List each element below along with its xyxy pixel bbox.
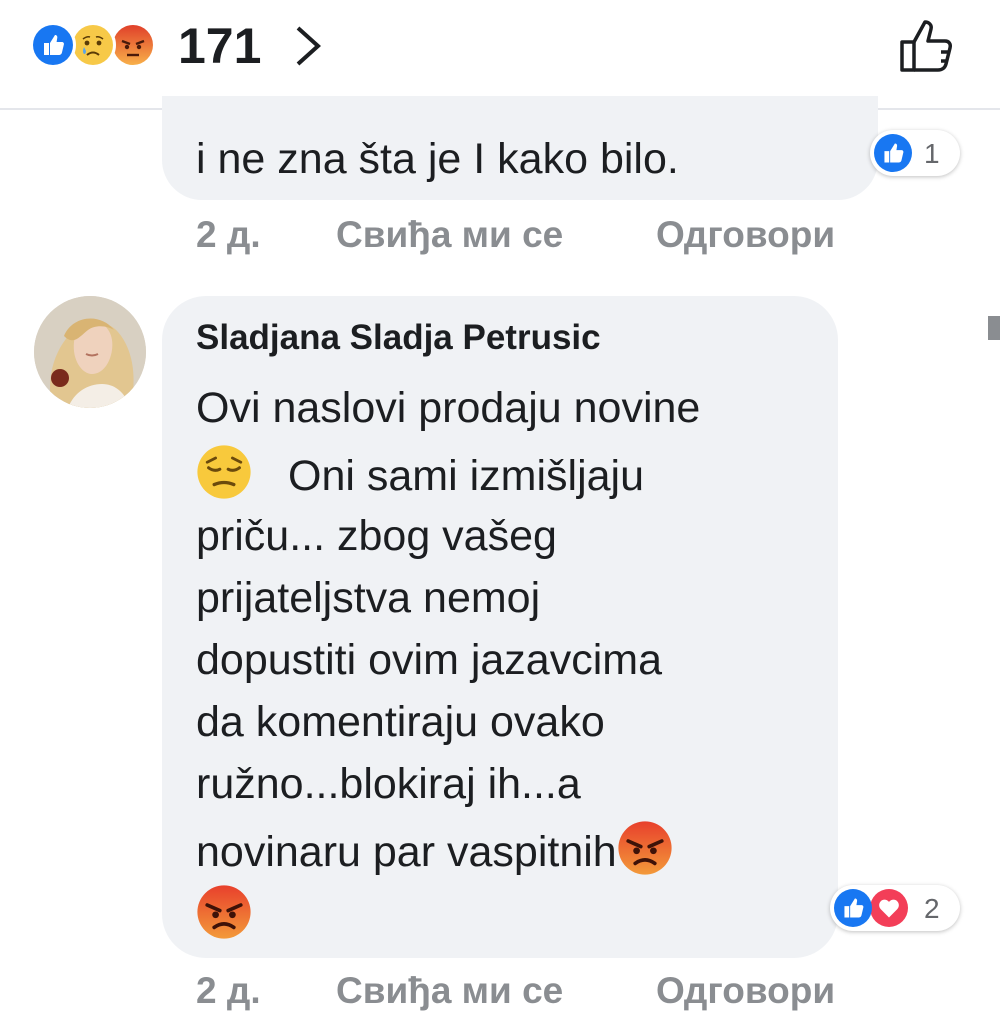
comment-reactions[interactable]: 1 xyxy=(870,130,960,176)
comment-timestamp[interactable]: 2 д. xyxy=(196,214,261,256)
like-comment-button[interactable]: Свиђа ми се xyxy=(336,214,563,256)
angry-face-icon xyxy=(196,884,252,940)
comment-reactions[interactable]: 2 xyxy=(830,885,960,931)
comment-author[interactable]: Sladjana Sladja Petrusic xyxy=(196,318,601,358)
reply-button[interactable]: Одговори xyxy=(656,214,835,256)
like-icon xyxy=(834,889,872,927)
comment-line: dopustiti ovim jazavcima xyxy=(196,636,663,684)
reaction-count: 2 xyxy=(924,893,940,924)
comment-line: ružno...blokiraj ih...a xyxy=(196,760,581,808)
comment-line: da komentiraju ovako xyxy=(196,698,605,746)
thumbs-up-outline-icon[interactable] xyxy=(896,14,958,76)
chevron-right-icon[interactable] xyxy=(290,24,326,68)
like-icon xyxy=(30,22,76,68)
reactions-header[interactable]: 171 xyxy=(0,0,1000,110)
comment-timestamp[interactable]: 2 д. xyxy=(196,970,261,1012)
sad-icon xyxy=(70,22,116,68)
comment-line: Oni sami izmišljaju xyxy=(196,444,644,502)
comment-line-text: novinaru par vaspitnih xyxy=(196,828,617,876)
reply-button[interactable]: Одговори xyxy=(656,970,835,1012)
comment-line: priču... zbog vašeg xyxy=(196,512,557,560)
comment-line: Ovi naslovi prodaju novine xyxy=(196,384,701,432)
angry-face-icon xyxy=(617,820,673,876)
scrollbar-thumb[interactable] xyxy=(988,316,1000,340)
pensive-face-icon xyxy=(196,444,252,500)
like-comment-button[interactable]: Свиђа ми се xyxy=(336,970,563,1012)
avatar[interactable] xyxy=(34,296,146,408)
angry-icon xyxy=(110,22,156,68)
like-icon xyxy=(874,134,912,172)
comment-line: novinaru par vaspitnih xyxy=(196,820,673,878)
reaction-count: 1 xyxy=(924,138,940,169)
reaction-summary[interactable] xyxy=(30,22,180,68)
comment-line xyxy=(196,884,252,942)
comment-line-text: Oni sami izmišljaju xyxy=(288,452,645,500)
reaction-count[interactable]: 171 xyxy=(178,18,261,74)
love-icon xyxy=(870,889,908,927)
comment-text: i ne zna šta je I kako bilo. xyxy=(196,135,679,183)
comment-line: prijateljstva nemoj xyxy=(196,574,541,622)
